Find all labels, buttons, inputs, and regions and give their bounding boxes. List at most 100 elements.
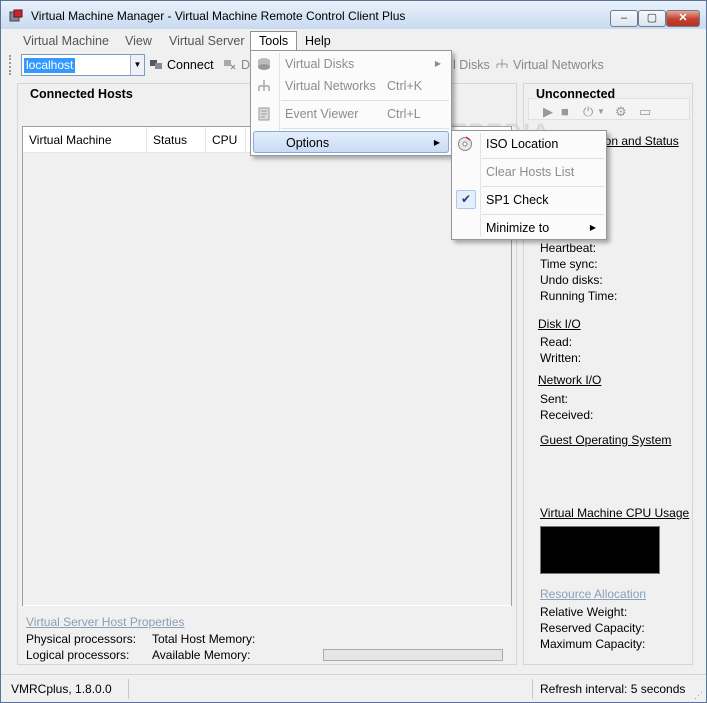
read-label: Read: [540, 335, 573, 349]
iso-location-label: ISO Location [486, 137, 559, 151]
host-select[interactable]: localhost ▼ [21, 54, 145, 76]
menu-separator [482, 158, 604, 159]
main-window: Virtual Machine Manager - Virtual Machin… [0, 0, 707, 703]
virtual-networks-shortcut: Ctrl+K [387, 79, 423, 93]
submenu-arrow-icon: ▶ [433, 138, 440, 147]
disk-icon [258, 58, 270, 70]
virtual-disks-label: l Disks [453, 58, 490, 72]
disconnect-label: D [241, 58, 251, 72]
maximum-capacity-label: Maximum Capacity: [540, 637, 646, 651]
minimize-to-label: Minimize to [486, 221, 550, 235]
network-icon [258, 80, 270, 91]
minimize-button[interactable]: – [610, 10, 638, 27]
menu-separator [281, 100, 449, 101]
connected-hosts-panel: Connected Hosts Virtual Machine Name Sta… [17, 83, 517, 665]
submenu-arrow-icon: ▶ [589, 223, 596, 232]
power-dropdown-icon[interactable]: ▼ [597, 107, 605, 116]
version-status: VMRCplus, 1.8.0.0 [5, 679, 129, 699]
menu-bar: Virtual Machine View Virtual Server Tool… [5, 30, 703, 52]
column-vm-name[interactable]: Virtual Machine Name [23, 127, 147, 173]
connect-button[interactable]: Connect [149, 56, 214, 74]
menu-item-event-viewer[interactable]: Event Viewer Ctrl+L [253, 103, 449, 125]
title-bar: Virtual Machine Manager - Virtual Machin… [1, 1, 706, 29]
sent-label: Sent: [540, 392, 569, 406]
menu-item-virtual-networks[interactable]: Virtual Networks Ctrl+K [253, 75, 449, 97]
app-icon [9, 9, 23, 22]
menu-item-sp1-check[interactable]: ✔ SP1 Check [454, 189, 604, 211]
menu-item-clear-hosts-list[interactable]: Clear Hosts List [454, 161, 604, 183]
cpu-usage-link[interactable]: Virtual Machine CPU Usage [540, 506, 689, 520]
menu-virtual-machine[interactable]: Virtual Machine [15, 31, 117, 51]
connect-label: Connect [167, 58, 214, 72]
pause-icon[interactable]: ■ [561, 104, 569, 119]
menu-separator [281, 128, 449, 129]
menu-item-options[interactable]: Options ▶ [253, 131, 449, 153]
play-icon[interactable]: ▶ [543, 104, 553, 120]
virtual-networks-menu-label: Virtual Networks [285, 79, 376, 93]
physical-processors-label: Physical processors: [26, 632, 137, 646]
clear-hosts-list-label: Clear Hosts List [486, 165, 575, 179]
status-empty [129, 679, 533, 699]
options-menu-label: Options [286, 136, 330, 150]
total-host-memory-label: Total Host Memory: [152, 632, 256, 646]
sp1-check-label: SP1 Check [486, 193, 549, 207]
cd-icon [458, 136, 472, 151]
column-status[interactable]: Status [147, 127, 206, 153]
column-cpu[interactable]: CPU [206, 127, 246, 153]
resize-grip-icon[interactable]: ⋰ [694, 690, 704, 700]
virtual-disks-button[interactable]: l Disks [453, 56, 490, 74]
menu-item-virtual-disks[interactable]: Virtual Disks ▶ [253, 53, 449, 75]
configuration-status-link[interactable]: ion and Status [602, 134, 679, 148]
undo-disks-label: Undo disks: [540, 273, 603, 287]
toolbar-grip[interactable] [9, 55, 13, 75]
event-viewer-icon [258, 107, 270, 121]
menu-item-minimize-to[interactable]: Minimize to ▶ [454, 217, 604, 239]
vm-list-body[interactable] [23, 153, 511, 605]
disk-io-link[interactable]: Disk I/O [538, 317, 581, 331]
menu-view[interactable]: View [117, 31, 160, 51]
network-icon [496, 59, 508, 68]
time-sync-label: Time sync: [540, 257, 598, 271]
vm-list[interactable]: Virtual Machine Name Status CPU [22, 126, 512, 606]
written-label: Written: [540, 351, 582, 365]
event-viewer-shortcut: Ctrl+L [387, 107, 421, 121]
received-label: Received: [540, 408, 594, 422]
menu-separator [482, 186, 604, 187]
host-select-value: localhost [24, 58, 76, 73]
status-bar: VMRCplus, 1.8.0.0 Refresh interval: 5 se… [1, 674, 706, 702]
maximize-button[interactable]: ▢ [638, 10, 666, 27]
refresh-interval-status: Refresh interval: 5 seconds [540, 682, 686, 696]
screenshot-icon[interactable]: ▭ [639, 104, 651, 120]
cpu-usage-graph [540, 526, 660, 574]
disconnect-button[interactable]: D [223, 56, 250, 74]
checkmark-icon: ✔ [456, 190, 476, 209]
host-properties-link[interactable]: Virtual Server Host Properties [26, 615, 185, 629]
tools-menu: Virtual Disks ▶ Virtual Networks Ctrl+K … [250, 50, 452, 156]
close-button[interactable]: ✕ [666, 10, 700, 27]
options-submenu: ISO Location Clear Hosts List ✔ SP1 Chec… [451, 130, 607, 240]
event-viewer-menu-label: Event Viewer [285, 107, 359, 121]
memory-progress-bar [323, 649, 503, 661]
network-io-link[interactable]: Network I/O [538, 373, 601, 387]
menu-help[interactable]: Help [297, 31, 339, 51]
running-time-label: Running Time: [540, 289, 618, 303]
menu-virtual-server[interactable]: Virtual Server [161, 31, 253, 51]
menu-item-iso-location[interactable]: ISO Location [454, 133, 604, 155]
vm-toolbar: ▶ ■ ⏻ ▼ ⚙ ▭ [528, 98, 690, 120]
window-title: Virtual Machine Manager - Virtual Machin… [31, 9, 406, 23]
virtual-networks-button[interactable]: Virtual Networks [495, 56, 604, 74]
power-icon[interactable]: ⏻ [583, 104, 593, 120]
menu-separator [482, 214, 604, 215]
logical-processors-label: Logical processors: [26, 648, 130, 662]
guest-os-link[interactable]: Guest Operating System [540, 433, 671, 447]
chevron-down-icon[interactable]: ▼ [130, 55, 144, 75]
resource-allocation-link[interactable]: Resource Allocation [540, 587, 646, 601]
relative-weight-label: Relative Weight: [540, 605, 628, 619]
heartbeat-label: Heartbeat: [540, 241, 597, 255]
connected-hosts-title: Connected Hosts [30, 87, 133, 101]
disconnect-icon [224, 60, 236, 70]
settings-icon[interactable]: ⚙ [615, 104, 627, 120]
reserved-capacity-label: Reserved Capacity: [540, 621, 645, 635]
available-memory-label: Available Memory: [152, 648, 251, 662]
menu-tools[interactable]: Tools [250, 31, 298, 51]
